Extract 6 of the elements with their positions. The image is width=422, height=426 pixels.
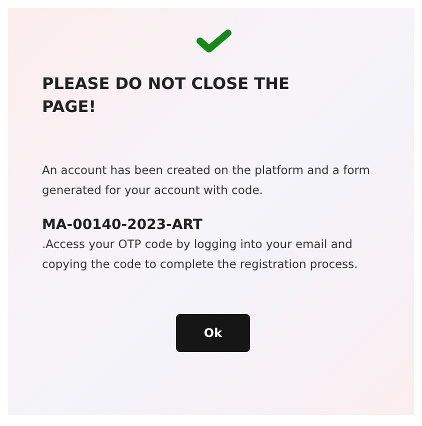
dialog-title: PLEASE DO NOT CLOSE THE PAGE! xyxy=(42,73,290,118)
ok-button[interactable]: Ok xyxy=(176,314,250,352)
otp-instruction: .Access your OTP code by logging into your email and copying the code to complete the registration process. xyxy=(42,236,359,273)
checkmark-icon xyxy=(196,28,232,54)
dialog-message: An account has been created on the platform and a form generated for your account with code. xyxy=(42,162,371,199)
account-code: MA-00140-2023-ART xyxy=(42,216,204,234)
